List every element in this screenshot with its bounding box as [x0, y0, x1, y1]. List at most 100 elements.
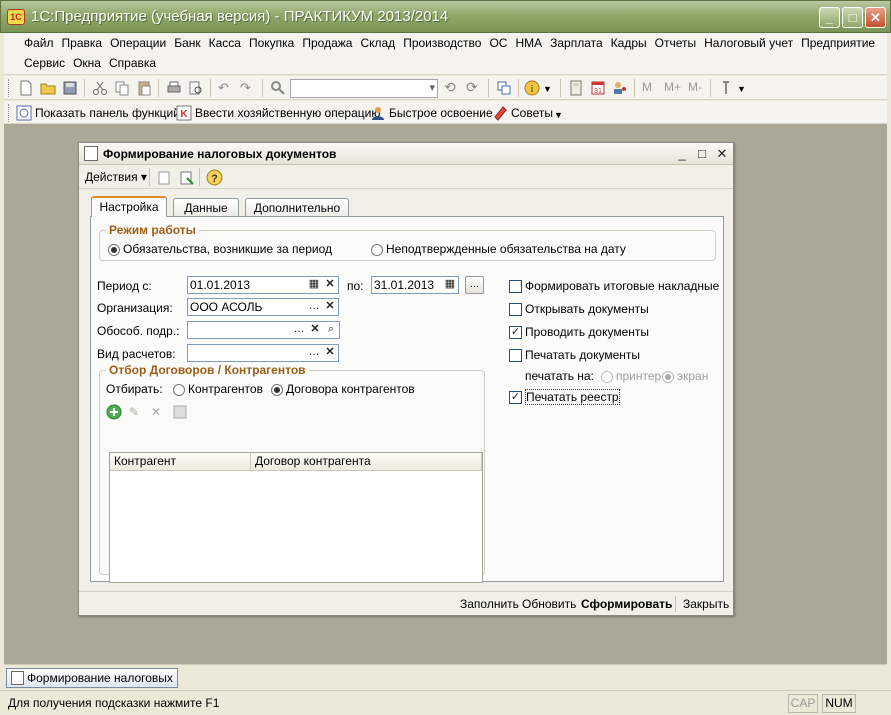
clear-icon[interactable]: ✕	[322, 344, 338, 362]
users-icon[interactable]	[612, 80, 628, 96]
print-target-screen[interactable]: экран	[662, 369, 708, 383]
post-documents-checkbox[interactable]: ✓ Проводить документы	[509, 325, 649, 340]
info-dropdown-icon[interactable]: ▼	[543, 84, 552, 94]
select-icon[interactable]: …	[306, 298, 322, 316]
print-preview-icon[interactable]	[188, 80, 204, 96]
toolbar-dropdown-icon[interactable]: ▼	[737, 84, 746, 94]
delete-icon[interactable]: ✕	[151, 405, 161, 419]
clear-icon[interactable]: ✕	[322, 276, 338, 294]
open-folder-icon[interactable]	[40, 80, 56, 96]
menu-item-row1-0[interactable]: Файл	[20, 36, 58, 50]
menu-item-row1-13[interactable]: Отчеты	[651, 36, 700, 50]
menu-item-row1-15[interactable]: Предприятие	[797, 36, 879, 50]
dialog-close-button[interactable]: ✕	[713, 145, 731, 163]
fill-button[interactable]: Заполнить	[460, 597, 519, 611]
memory-minus-button[interactable]: M-	[688, 80, 702, 94]
undo-icon[interactable]: ↶	[218, 80, 229, 96]
menu-item-row1-1[interactable]: Правка	[58, 36, 107, 50]
search-combobox[interactable]	[290, 79, 438, 98]
select-icon[interactable]: …	[306, 344, 322, 362]
menu-item-row1-5[interactable]: Покупка	[245, 36, 298, 50]
counterparty-table[interactable]: Контрагент Договор контрагента	[109, 452, 483, 583]
organization-field[interactable]: ООО АСОЛЬ … ✕	[187, 298, 339, 316]
menu-item-row1-4[interactable]: Касса	[205, 36, 245, 50]
settlement-field[interactable]: … ✕	[187, 344, 339, 362]
paste-icon[interactable]	[136, 80, 152, 96]
find-prev-icon[interactable]: ⟳	[466, 79, 478, 96]
save-icon[interactable]	[62, 80, 78, 96]
quick-learning-button[interactable]: Быстрое освоение	[370, 105, 493, 121]
menu-item-row2-2[interactable]: Справка	[105, 56, 160, 70]
mode-option-unconfirmed[interactable]: Неподтвержденные обязательства на дату	[371, 242, 626, 256]
open-documents-checkbox[interactable]: Открывать документы	[509, 302, 649, 317]
menu-item-row2-1[interactable]: Окна	[69, 56, 105, 70]
copy-icon[interactable]	[114, 80, 130, 96]
list-icon[interactable]	[172, 404, 188, 420]
period-select-button[interactable]: ...	[465, 276, 484, 294]
column-header-counterparty[interactable]: Контрагент	[110, 453, 251, 470]
summary-invoices-checkbox[interactable]: Формировать итоговые накладные	[509, 279, 719, 294]
windows-icon[interactable]	[496, 80, 512, 96]
menu-item-row2-0[interactable]: Сервис	[20, 56, 69, 70]
dialog-minimize-button[interactable]: _	[673, 145, 691, 163]
close-button[interactable]: ✕	[865, 7, 886, 28]
actions-menu-button[interactable]: Действия ▾	[85, 170, 147, 184]
memory-button[interactable]: M	[642, 80, 652, 94]
subdivision-field[interactable]: … ✕ ⌕	[187, 321, 340, 339]
print-registry-checkbox[interactable]: ✓ Печатать реестр	[509, 389, 620, 405]
tab-additional[interactable]: Дополнительно	[245, 198, 349, 217]
new-document-icon[interactable]	[18, 80, 34, 96]
calculator-icon[interactable]	[568, 80, 584, 96]
print-target-printer[interactable]: принтер	[601, 369, 661, 383]
tips-dropdown-icon[interactable]: ▼	[554, 110, 563, 120]
menu-item-row1-3[interactable]: Банк	[170, 36, 204, 50]
select-icon[interactable]: …	[291, 321, 307, 339]
menu-item-row1-2[interactable]: Операции	[106, 36, 170, 50]
menu-item-row1-6[interactable]: Продажа	[298, 36, 356, 50]
menu-item-row1-10[interactable]: НМА	[511, 36, 546, 50]
dialog-maximize-button[interactable]: □	[693, 145, 711, 163]
taskbar-item[interactable]: Формирование налоговых ...	[6, 668, 178, 688]
print-documents-checkbox[interactable]: Печатать документы	[509, 348, 640, 363]
menu-item-row1-8[interactable]: Производство	[399, 36, 485, 50]
clear-icon[interactable]: ✕	[322, 298, 338, 316]
menu-item-row1-9[interactable]: ОС	[485, 36, 511, 50]
period-to-field[interactable]: 31.01.2013 ▦	[371, 276, 459, 294]
clear-icon[interactable]: ✕	[307, 321, 323, 339]
export-icon[interactable]	[179, 170, 195, 186]
create-button[interactable]: Сформировать	[581, 597, 672, 611]
enter-operation-button[interactable]: K Ввести хозяйственную операцию	[176, 105, 380, 121]
column-header-contract[interactable]: Договор контрагента	[251, 453, 482, 470]
calendar-icon[interactable]: ▦	[442, 276, 458, 294]
minimize-button[interactable]: _	[819, 7, 840, 28]
add-icon[interactable]	[106, 404, 122, 420]
settings-tools-icon[interactable]	[718, 80, 734, 96]
print-icon[interactable]	[166, 80, 182, 96]
filter-option-counterparties[interactable]: Контрагентов	[173, 382, 263, 396]
show-functions-panel-button[interactable]: Показать панель функций	[16, 105, 180, 121]
tips-button[interactable]: Советы	[492, 105, 553, 121]
cut-icon[interactable]	[92, 80, 108, 96]
calendar-icon[interactable]: 31	[590, 80, 606, 96]
refresh-button[interactable]: Обновить	[522, 597, 576, 611]
move-down-icon[interactable]	[157, 170, 173, 186]
edit-icon[interactable]: ✎	[129, 405, 139, 419]
maximize-button[interactable]: □	[842, 7, 863, 28]
info-icon[interactable]: i	[524, 80, 540, 96]
menu-item-row1-14[interactable]: Налоговый учет	[700, 36, 797, 50]
help-icon[interactable]: ?	[206, 169, 223, 186]
menu-item-row1-7[interactable]: Склад	[356, 36, 399, 50]
search-icon[interactable]: ⌕	[323, 321, 339, 339]
menu-item-row1-11[interactable]: Зарплата	[546, 36, 607, 50]
filter-option-contracts[interactable]: Договора контрагентов	[271, 382, 415, 396]
memory-plus-button[interactable]: M+	[664, 80, 681, 94]
period-from-field[interactable]: 01.01.2013 ▦ ✕	[187, 276, 339, 294]
close-dialog-button[interactable]: Закрыть	[683, 597, 729, 611]
find-next-icon[interactable]: ⟲	[444, 79, 456, 96]
mode-option-period[interactable]: Обязательства, возникшие за период	[108, 242, 332, 256]
search-icon[interactable]	[270, 80, 286, 96]
redo-icon[interactable]: ↷	[240, 80, 251, 96]
tab-settings[interactable]: Настройка	[91, 196, 167, 217]
calendar-icon[interactable]: ▦	[306, 276, 322, 294]
tab-data[interactable]: Данные	[173, 198, 239, 217]
